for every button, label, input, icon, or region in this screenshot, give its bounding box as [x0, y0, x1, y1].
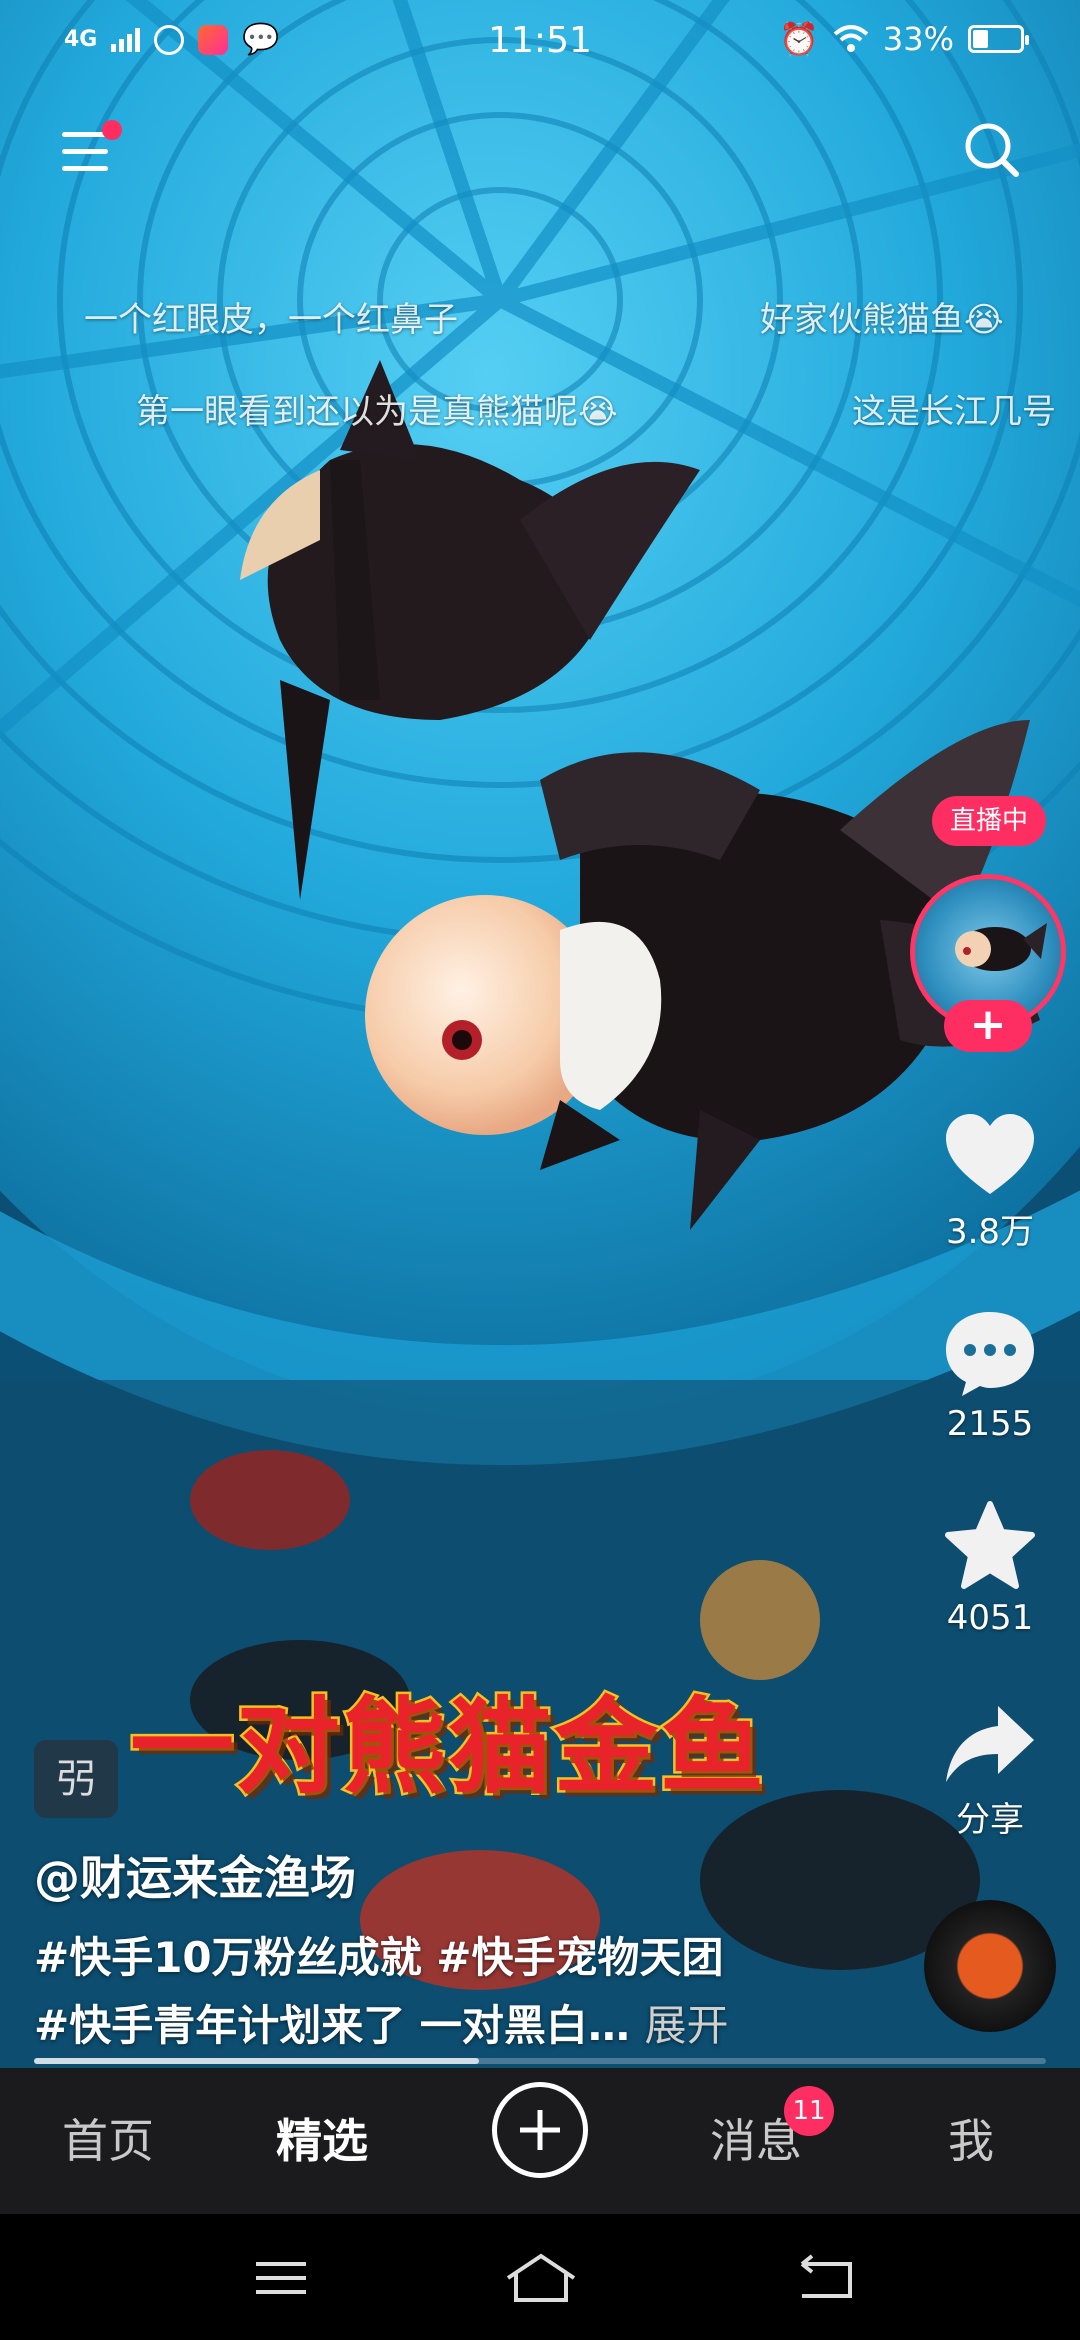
comment-icon [946, 1312, 1034, 1396]
share-button[interactable]: 分享 [930, 1702, 1050, 1841]
status-bar: 4G 💬 11:51 ⏰ 33% [0, 0, 1080, 84]
home-icon[interactable] [496, 2248, 586, 2308]
message-count-badge: 11 [784, 2086, 834, 2136]
status-right: ⏰ 33% [779, 20, 1029, 58]
back-icon[interactable] [780, 2248, 870, 2308]
author-name[interactable]: @财运来金渔场 [34, 1842, 356, 1908]
tab-featured[interactable]: 精选 [276, 2068, 368, 2214]
heart-icon [946, 1114, 1034, 1194]
video-progress-bar[interactable] [34, 2058, 1046, 2064]
tab-messages[interactable]: 消息 [710, 2068, 802, 2214]
expand-button[interactable]: 展开 [644, 2001, 728, 2050]
danmaku-comment: 这是长江几号 [852, 392, 1056, 432]
search-button[interactable] [960, 118, 1024, 182]
video-description-line[interactable]: #快手10万粉丝成就 #快手宠物天团 [34, 1924, 934, 1985]
share-label: 分享 [956, 1800, 1024, 1840]
battery-percent: 33% [882, 20, 954, 58]
create-button[interactable] [492, 2082, 588, 2178]
wifi-icon [833, 25, 869, 52]
video-description-line[interactable]: #快手青年计划来了 一对黑白… 展开 [34, 1992, 934, 2053]
star-icon [945, 1501, 1035, 1589]
video-overlay-title: 一对熊猫金鱼 [127, 1684, 767, 1811]
favorite-button[interactable]: 4051 [930, 1500, 1050, 1638]
system-nav-bar [0, 2214, 1080, 2340]
music-disc[interactable] [924, 1900, 1056, 2032]
video-badge: 弜 [34, 1740, 118, 1818]
comment-count: 2155 [946, 1404, 1034, 1444]
tab-home[interactable]: 首页 [62, 2068, 154, 2214]
notification-dot [102, 120, 122, 140]
favorite-count: 4051 [946, 1598, 1034, 1638]
comment-button[interactable]: 2155 [930, 1308, 1050, 1444]
search-icon [965, 123, 1019, 177]
like-count: 3.8万 [945, 1212, 1035, 1252]
danmaku-comment: 一个红眼皮，一个红鼻子 [84, 300, 458, 340]
like-button[interactable]: 3.8万 [930, 1112, 1050, 1253]
share-icon [946, 1706, 1034, 1782]
description-text: #快手青年计划来了 一对黑白… [34, 2001, 630, 2050]
battery-icon [968, 25, 1029, 53]
video-progress-fill [34, 2058, 480, 2064]
screen: 4G 💬 11:51 ⏰ 33% 一个红眼皮，一个红鼻子 好家伙熊猫鱼😭 第一眼… [0, 0, 1080, 2340]
danmaku-comment: 好家伙熊猫鱼😭 [760, 300, 1004, 340]
danmaku-comment: 第一眼看到还以为是真熊猫呢😭 [136, 392, 618, 432]
alarm-icon: ⏰ [779, 20, 819, 58]
recent-apps-icon[interactable] [236, 2248, 326, 2308]
tab-me[interactable]: 我 [948, 2068, 994, 2214]
follow-button[interactable]: + [944, 1000, 1032, 1052]
menu-button[interactable] [58, 120, 122, 180]
live-badge[interactable]: 直播中 [932, 796, 1047, 846]
